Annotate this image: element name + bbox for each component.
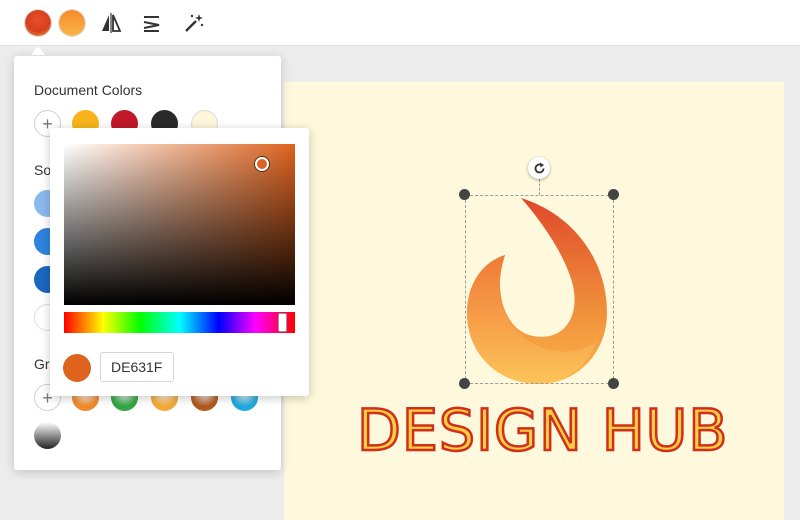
stroke-color-swatch[interactable] (59, 10, 85, 36)
resize-handle-top-left[interactable] (459, 189, 470, 200)
magic-wand-icon[interactable] (180, 9, 208, 37)
panel-caret (31, 46, 45, 55)
selection-box (465, 195, 614, 384)
resize-handle-bottom-right[interactable] (608, 378, 619, 389)
fill-color-swatch[interactable] (25, 10, 51, 36)
selected-color-preview (63, 354, 91, 382)
saturation-value-handle[interactable] (255, 157, 269, 171)
rotate-handle[interactable] (528, 157, 550, 179)
document-colors-title: Document Colors (34, 82, 143, 98)
hue-slider[interactable] (64, 312, 295, 333)
resize-handle-top-right[interactable] (608, 189, 619, 200)
design-hub-wordmark[interactable]: DESIGN HUB (356, 397, 729, 468)
resize-handle-bottom-left[interactable] (459, 378, 470, 389)
rotate-icon (534, 162, 544, 173)
rotate-stem (539, 179, 540, 195)
saturation-value-area[interactable] (64, 144, 295, 305)
hex-color-input[interactable] (100, 352, 174, 382)
color-picker-popover (50, 128, 309, 396)
flip-horizontal-icon[interactable] (97, 9, 125, 37)
top-toolbar (0, 0, 800, 46)
solid-colors-label: So (34, 162, 52, 178)
align-icon[interactable] (138, 9, 166, 37)
hue-slider-handle[interactable] (278, 313, 287, 332)
gradient-swatch[interactable] (34, 422, 61, 449)
